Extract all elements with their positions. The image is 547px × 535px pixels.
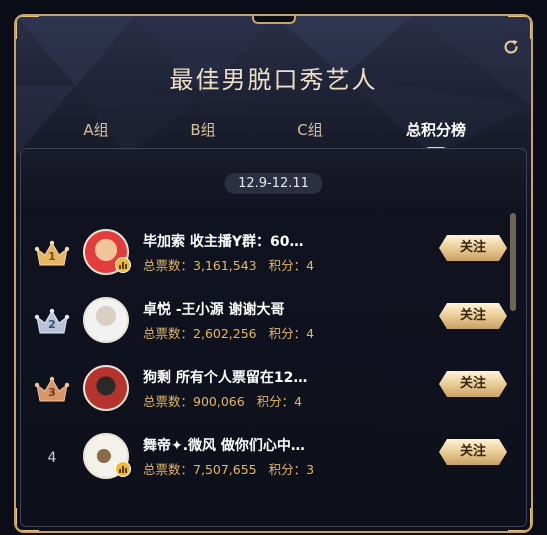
tab-c[interactable]: C组 xyxy=(297,119,322,140)
list-item: 2 卓悦 -王小源 谢谢大哥 总票数：2,602,256 积分：4 关注 xyxy=(21,297,526,357)
live-icon xyxy=(115,257,131,273)
tab-b[interactable]: B组 xyxy=(190,119,215,140)
ranking-list: 12.9-12.11 1 毕加索 收主播Y群：60… 总票数：3,161,543… xyxy=(20,148,527,527)
tab-bar: A组 B组 C组 总积分榜 xyxy=(16,119,531,150)
votes-value: 900,066 xyxy=(193,394,245,409)
tab-total[interactable]: 总积分榜 xyxy=(405,119,467,150)
rank-number: 2 xyxy=(48,318,56,331)
votes-label: 总票数： xyxy=(143,462,194,477)
rank-number: 4 xyxy=(47,450,57,466)
streamer-name: 毕加索 收主播Y群：60… xyxy=(143,234,304,250)
score-value: 3 xyxy=(306,462,315,477)
votes-value: 7,507,655 xyxy=(193,462,257,477)
follow-button[interactable]: 关注 xyxy=(439,439,507,465)
votes-value: 2,602,256 xyxy=(193,326,257,341)
streamer-name: 舞帝✦.微风 做你们心中… xyxy=(143,438,305,454)
refresh-icon[interactable] xyxy=(501,38,521,58)
follow-button[interactable]: 关注 xyxy=(439,371,507,397)
score-label: 积分： xyxy=(268,326,307,341)
score-value: 4 xyxy=(294,394,303,409)
frame-notch xyxy=(251,16,296,24)
votes-label: 总票数： xyxy=(143,258,194,273)
date-range-badge: 12.9-12.11 xyxy=(224,173,323,194)
stats-line: 总票数：7,507,655 积分：3 xyxy=(143,459,314,478)
stats-line: 总票数：2,602,256 积分：4 xyxy=(143,323,314,342)
rank-1-crown-icon: 1 xyxy=(33,239,71,271)
list-item: 4 舞帝✦.微风 做你们心中… 总票数：7,507,655 积分：3 关注 xyxy=(21,433,526,493)
list-item: 1 毕加索 收主播Y群：60… 总票数：3,161,543 积分：4 关注 xyxy=(21,229,526,289)
votes-value: 3,161,543 xyxy=(193,258,257,273)
follow-button[interactable]: 关注 xyxy=(439,235,507,261)
stats-line: 总票数：900,066 积分：4 xyxy=(143,391,302,410)
rank-3-crown-icon: 3 xyxy=(33,375,71,407)
tab-a[interactable]: A组 xyxy=(83,119,108,140)
rank-2-crown-icon: 2 xyxy=(33,307,71,339)
rank-number: 1 xyxy=(48,250,56,263)
streamer-name: 狗剩 所有个人票留在12… xyxy=(143,370,308,386)
votes-label: 总票数： xyxy=(143,394,194,409)
avatar[interactable] xyxy=(83,365,129,411)
list-item: 3 狗剩 所有个人票留在12… 总票数：900,066 积分：4 关注 xyxy=(21,365,526,425)
score-value: 4 xyxy=(306,258,315,273)
live-icon xyxy=(115,461,131,477)
score-label: 积分： xyxy=(256,394,295,409)
avatar[interactable] xyxy=(83,297,129,343)
follow-button[interactable]: 关注 xyxy=(439,303,507,329)
score-label: 积分： xyxy=(268,462,307,477)
rank-number: 3 xyxy=(48,386,56,399)
rank-4: 4 xyxy=(33,443,71,475)
stats-line: 总票数：3,161,543 积分：4 xyxy=(143,255,314,274)
frame-corner xyxy=(16,16,39,39)
streamer-name: 卓悦 -王小源 谢谢大哥 xyxy=(143,302,285,318)
tab-total-label: 总积分榜 xyxy=(405,121,467,139)
score-label: 积分： xyxy=(268,258,307,273)
page-title: 最佳男脱口秀艺人 xyxy=(169,66,378,94)
score-value: 4 xyxy=(306,326,315,341)
votes-label: 总票数： xyxy=(143,326,194,341)
frame-corner xyxy=(508,16,531,39)
ranking-panel: 最佳男脱口秀艺人 A组 B组 C组 总积分榜 12.9-12.11 1 毕加索 … xyxy=(14,14,533,533)
